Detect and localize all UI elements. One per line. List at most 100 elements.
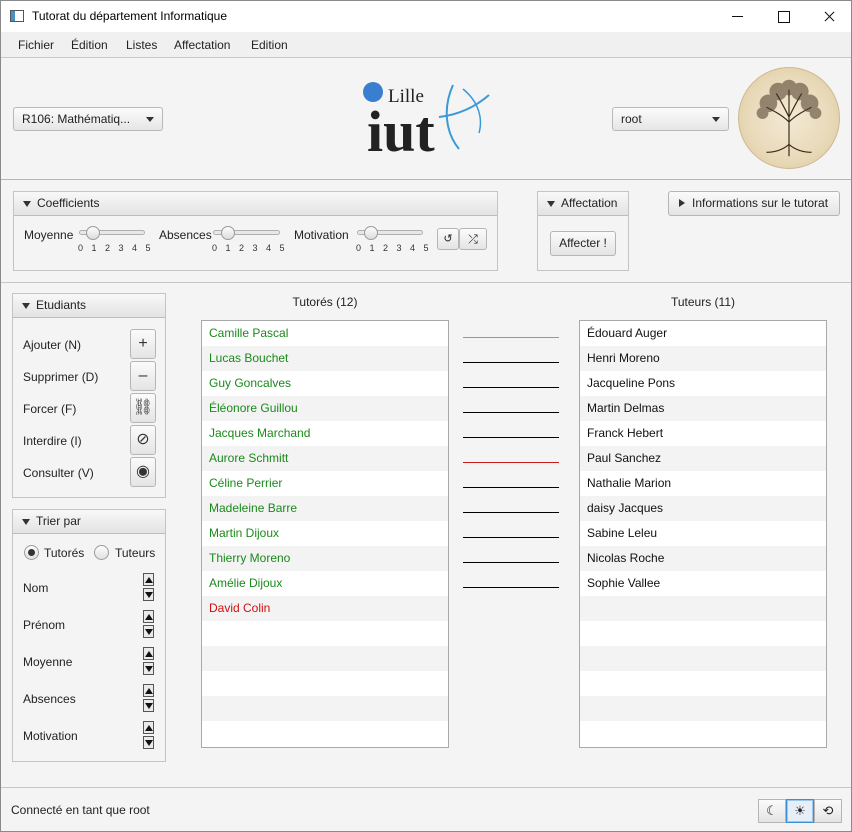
force-link-button[interactable]: ⛓: [130, 393, 156, 423]
menu-edition-2[interactable]: Edition: [251, 38, 288, 52]
view-student-button[interactable]: ◉: [130, 457, 156, 487]
absences-slider-thumb[interactable]: [221, 226, 235, 240]
tutore-row[interactable]: Guy Goncalves: [202, 371, 448, 396]
subject-select[interactable]: R106: Mathématiq...: [13, 107, 163, 131]
menu-fichier[interactable]: Fichier: [18, 38, 54, 52]
tutore-row[interactable]: Amélie Dijoux: [202, 571, 448, 596]
radio-tuteurs[interactable]: [94, 545, 109, 560]
sort-moyenne-arrows[interactable]: [143, 647, 154, 675]
empty-row: [580, 721, 826, 746]
tuteur-row[interactable]: Sophie Vallee: [580, 571, 826, 596]
tutore-row-name: David Colin: [209, 601, 271, 615]
tuteur-row[interactable]: Sabine Leleu: [580, 521, 826, 546]
affectation-title[interactable]: Affectation: [538, 192, 628, 216]
sun-icon: ☀: [794, 803, 806, 818]
informations-title-text: Informations sur le tutorat: [692, 196, 829, 210]
tutore-row[interactable]: Céline Perrier: [202, 471, 448, 496]
tutores-list[interactable]: Camille Pascal Lucas Bouchet Guy Goncalves…: [201, 320, 449, 748]
radio-tutores[interactable]: [24, 545, 39, 560]
tuteur-row[interactable]: Henri Moreno: [580, 346, 826, 371]
tuteur-row[interactable]: daisy Jacques: [580, 496, 826, 521]
etudiants-title[interactable]: Etudiants: [13, 294, 165, 318]
maximize-button[interactable]: [760, 1, 806, 32]
tutore-row[interactable]: Camille Pascal: [202, 321, 448, 346]
sort-down-icon[interactable]: [143, 662, 154, 675]
tutore-row[interactable]: Éléonore Guillou: [202, 396, 448, 421]
sort-up-icon[interactable]: [143, 721, 154, 734]
moyenne-slider-thumb[interactable]: [86, 226, 100, 240]
window-title: Tutorat du département Informatique: [32, 9, 227, 23]
sort-down-icon[interactable]: [143, 736, 154, 749]
reset-button[interactable]: ↺: [437, 228, 459, 250]
affectation-title-text: Affectation: [561, 196, 618, 210]
tuteur-row[interactable]: Jacqueline Pons: [580, 371, 826, 396]
collapse-arrow-icon: [22, 519, 30, 525]
tuteur-row[interactable]: Nicolas Roche: [580, 546, 826, 571]
tutore-row-name: Aurore Schmitt: [209, 451, 289, 465]
tutore-row[interactable]: Martin Dijoux: [202, 521, 448, 546]
sort-down-icon[interactable]: [143, 625, 154, 638]
forbid-link-button[interactable]: ⊘: [130, 425, 156, 455]
tutore-row[interactable]: Aurore Schmitt: [202, 446, 448, 471]
sort-absences-arrows[interactable]: [143, 684, 154, 712]
tutore-row[interactable]: David Colin: [202, 596, 448, 621]
interdire-label: Interdire (I): [23, 434, 82, 448]
tuteur-row-name: Nicolas Roche: [587, 551, 665, 565]
assignment-link: [463, 562, 559, 563]
menu-bar: Fichier Édition Listes Affectation Editi…: [1, 32, 851, 58]
radio-tuteurs-label: Tuteurs: [115, 546, 156, 560]
collapse-arrow-icon: [22, 303, 30, 309]
tuteur-row[interactable]: Franck Hebert: [580, 421, 826, 446]
assignment-link: [463, 412, 559, 413]
tree-logo: [738, 67, 840, 169]
sort-motivation-arrows[interactable]: [143, 721, 154, 749]
light-theme-button[interactable]: ☀: [786, 799, 814, 823]
close-button[interactable]: [806, 1, 852, 32]
tuteur-row-name: Édouard Auger: [587, 326, 668, 340]
trier-title[interactable]: Trier par: [13, 510, 165, 534]
tutore-row[interactable]: Jacques Marchand: [202, 421, 448, 446]
coefficients-title[interactable]: Coefficients: [14, 192, 497, 216]
shuffle-button[interactable]: ⤮: [459, 228, 487, 250]
assignment-link: [463, 387, 559, 388]
tuteurs-list[interactable]: Édouard Auger Henri Moreno Jacqueline Pons…: [579, 320, 827, 748]
tuteur-row[interactable]: Martin Delmas: [580, 396, 826, 421]
consulter-label: Consulter (V): [23, 466, 94, 480]
tutore-row[interactable]: Thierry Moreno: [202, 546, 448, 571]
sort-up-icon[interactable]: [143, 684, 154, 697]
sort-up-icon[interactable]: [143, 610, 154, 623]
affecter-button[interactable]: Affecter !: [550, 231, 616, 256]
auto-theme-icon: ⟲: [822, 803, 834, 818]
add-student-button[interactable]: +: [130, 329, 156, 359]
auto-theme-button[interactable]: ⟲: [814, 799, 842, 823]
menu-affectation[interactable]: Affectation: [174, 38, 230, 52]
tuteur-row-name: Sabine Leleu: [587, 526, 658, 540]
minimize-button[interactable]: [714, 1, 760, 32]
tuteur-row[interactable]: Édouard Auger: [580, 321, 826, 346]
sort-label-motivation: Motivation: [23, 729, 78, 743]
expand-arrow-icon: [679, 199, 685, 207]
tutore-row[interactable]: Madeleine Barre: [202, 496, 448, 521]
informations-pane-toggle[interactable]: Informations sur le tutorat: [668, 191, 840, 216]
tuteur-row[interactable]: Paul Sanchez: [580, 446, 826, 471]
sort-nom-arrows[interactable]: [143, 573, 154, 601]
sort-down-icon[interactable]: [143, 588, 154, 601]
tutores-header: Tutorés (12): [292, 295, 358, 309]
sort-down-icon[interactable]: [143, 699, 154, 712]
moyenne-tick-labels: 0 1 2 3 4 5: [78, 243, 154, 253]
tutore-row-name: Madeleine Barre: [209, 501, 298, 515]
tutore-row[interactable]: Lucas Bouchet: [202, 346, 448, 371]
tutore-row-name: Jacques Marchand: [209, 426, 311, 440]
motivation-slider-thumb[interactable]: [364, 226, 378, 240]
sort-up-icon[interactable]: [143, 573, 154, 586]
sort-up-icon[interactable]: [143, 647, 154, 660]
user-select[interactable]: root: [612, 107, 729, 131]
sort-prenom-arrows[interactable]: [143, 610, 154, 638]
dark-theme-button[interactable]: ☾: [758, 799, 786, 823]
tuteur-row[interactable]: Nathalie Marion: [580, 471, 826, 496]
empty-row: [580, 596, 826, 621]
menu-listes[interactable]: Listes: [126, 38, 157, 52]
delete-student-button[interactable]: –: [130, 361, 156, 391]
tutore-row-name: Camille Pascal: [209, 326, 289, 340]
menu-edition[interactable]: Édition: [71, 38, 108, 52]
